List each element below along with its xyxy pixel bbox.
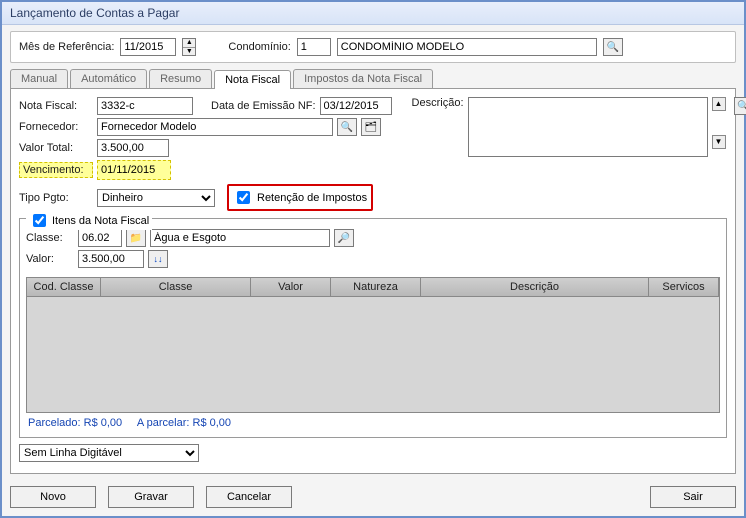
- window-frame: Lançamento de Contas a Pagar Mês de Refe…: [0, 0, 746, 518]
- descricao-search-button[interactable]: [734, 97, 746, 115]
- item-valor-input[interactable]: [78, 250, 144, 268]
- tab-body-nota-fiscal: Nota Fiscal: Data de Emissão NF: Fornece…: [10, 89, 736, 474]
- mes-referencia-spinner[interactable]: ▲ ▼: [182, 38, 196, 56]
- parcelamento-status: Parcelado: R$ 0,00 A parcelar: R$ 0,00: [26, 413, 720, 433]
- tab-manual[interactable]: Manual: [10, 69, 68, 88]
- gravar-button[interactable]: Gravar: [108, 486, 194, 508]
- item-valor-label: Valor:: [26, 253, 74, 265]
- retencao-checkbox[interactable]: [237, 191, 250, 204]
- folder-icon: [130, 232, 142, 244]
- fornecedor-label: Fornecedor:: [19, 121, 93, 133]
- itens-fieldset: Itens da Nota Fiscal Classe: Valor: Cod.…: [19, 218, 727, 438]
- condominio-name-input[interactable]: [337, 38, 597, 56]
- grid-col-descricao[interactable]: Descrição: [421, 278, 649, 296]
- classe-name-input[interactable]: [150, 229, 330, 247]
- tab-resumo[interactable]: Resumo: [149, 69, 212, 88]
- binoculars-icon: [341, 121, 353, 133]
- itens-legend: Itens da Nota Fiscal: [26, 211, 152, 230]
- valor-total-input[interactable]: [97, 139, 169, 157]
- classe-folder-button[interactable]: [126, 229, 146, 247]
- itens-checkbox[interactable]: [33, 214, 46, 227]
- card-icon: [365, 121, 378, 133]
- add-arrows-icon: [154, 253, 163, 265]
- mes-referencia-label: Mês de Referência:: [19, 41, 114, 53]
- nota-fiscal-label: Nota Fiscal:: [19, 100, 93, 112]
- item-add-button[interactable]: [148, 250, 168, 268]
- itens-legend-label: Itens da Nota Fiscal: [52, 215, 149, 227]
- data-emissao-input[interactable]: [320, 97, 392, 115]
- itens-grid[interactable]: Cod. Classe Classe Valor Natureza Descri…: [26, 277, 720, 413]
- binoculars-icon: [607, 41, 619, 53]
- binoculars-icon: [737, 100, 746, 112]
- retencao-label: Retenção de Impostos: [257, 192, 367, 204]
- valor-total-label: Valor Total:: [19, 142, 93, 154]
- window-title: Lançamento de Contas a Pagar: [2, 2, 744, 25]
- grid-col-classe[interactable]: Classe: [101, 278, 251, 296]
- descricao-label: Descrição:: [412, 97, 464, 109]
- grid-col-natureza[interactable]: Natureza: [331, 278, 421, 296]
- retencao-highlight: Retenção de Impostos: [227, 184, 373, 211]
- classe-search-button[interactable]: [334, 229, 354, 247]
- classe-label: Classe:: [26, 232, 74, 244]
- spinner-up-icon[interactable]: ▲: [183, 39, 195, 48]
- tipo-pgto-label: Tipo Pgto:: [19, 192, 93, 204]
- grid-col-servicos[interactable]: Servicos: [649, 278, 719, 296]
- grid-header: Cod. Classe Classe Valor Natureza Descri…: [27, 278, 719, 297]
- fornecedor-card-button[interactable]: [361, 118, 381, 136]
- tipo-pgto-select[interactable]: Dinheiro: [97, 189, 215, 207]
- grid-col-cod[interactable]: Cod. Classe: [27, 278, 101, 296]
- tab-nota-fiscal[interactable]: Nota Fiscal: [214, 70, 291, 89]
- mes-referencia-input[interactable]: [120, 38, 176, 56]
- condominio-code-input[interactable]: [297, 38, 331, 56]
- vencimento-label: Vencimento:: [19, 162, 93, 178]
- tab-automatico[interactable]: Automático: [70, 69, 147, 88]
- novo-button[interactable]: Novo: [10, 486, 96, 508]
- classe-code-input[interactable]: [78, 229, 122, 247]
- grid-col-valor[interactable]: Valor: [251, 278, 331, 296]
- fornecedor-search-button[interactable]: [337, 118, 357, 136]
- linha-digitavel-select[interactable]: Sem Linha Digitável: [19, 444, 199, 462]
- descricao-scroll-up[interactable]: ▲: [712, 97, 726, 111]
- condominio-label: Condomínio:: [228, 41, 290, 53]
- data-emissao-label: Data de Emissão NF:: [211, 100, 316, 112]
- grid-body: [27, 297, 719, 412]
- filter-bar: Mês de Referência: ▲ ▼ Condomínio:: [10, 31, 736, 63]
- aparcelar-label: A parcelar: R$ 0,00: [137, 417, 231, 429]
- descricao-scroll-down[interactable]: ▼: [712, 135, 726, 149]
- vencimento-input[interactable]: [98, 161, 170, 179]
- condominio-search-button[interactable]: [603, 38, 623, 56]
- tab-strip: Manual Automático Resumo Nota Fiscal Imp…: [10, 69, 736, 89]
- spinner-down-icon[interactable]: ▼: [183, 48, 195, 56]
- descricao-textarea[interactable]: [468, 97, 708, 157]
- tab-impostos[interactable]: Impostos da Nota Fiscal: [293, 69, 433, 88]
- fornecedor-input[interactable]: [97, 118, 333, 136]
- parcelado-label: Parcelado: R$ 0,00: [28, 417, 122, 429]
- cancelar-button[interactable]: Cancelar: [206, 486, 292, 508]
- button-bar: Novo Gravar Cancelar Sair: [10, 486, 736, 508]
- nota-fiscal-input[interactable]: [97, 97, 193, 115]
- magnifier-icon: [338, 232, 350, 244]
- sair-button[interactable]: Sair: [650, 486, 736, 508]
